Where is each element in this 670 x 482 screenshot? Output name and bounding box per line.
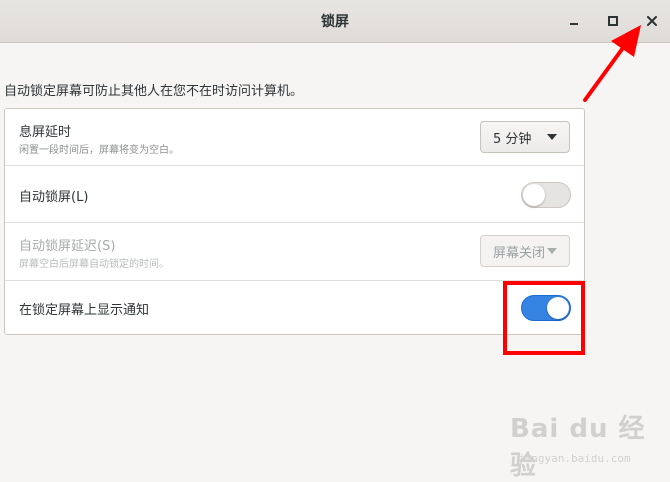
title-bar[interactable]: 锁屏 xyxy=(0,0,670,43)
blank-screen-delay-sublabel: 闲置一段时间后，屏幕将变为空白。 xyxy=(19,145,179,156)
lock-delay-row: 自动锁屏延迟(S) 屏幕空白后屏幕自动锁定的时间。 屏幕关闭 xyxy=(5,223,584,281)
watermark-url: jingyan.baidu.com xyxy=(518,452,631,465)
blank-screen-delay-value: 5 分钟 xyxy=(493,131,532,147)
maximize-icon xyxy=(608,16,618,26)
lock-delay-label: 自动锁屏延迟(S) xyxy=(19,239,116,254)
lock-delay-value: 屏幕关闭 xyxy=(493,245,546,261)
toggle-knob xyxy=(523,184,545,206)
lock-screen-window: 锁屏 自动锁定屏幕可防止其他人在您不在时访问计算机。 息屏延时 闲置一段时间后，… xyxy=(0,0,670,482)
lock-delay-sublabel: 屏幕空白后屏幕自动锁定的时间。 xyxy=(19,259,169,270)
close-icon xyxy=(647,16,657,26)
settings-panel: 息屏延时 闲置一段时间后，屏幕将变为空白。 5 分钟 自动锁屏(L) 自动锁屏延… xyxy=(4,108,585,335)
chevron-down-icon xyxy=(547,134,557,140)
blank-screen-delay-row: 息屏延时 闲置一段时间后，屏幕将变为空白。 5 分钟 xyxy=(5,109,584,166)
minimize-button[interactable] xyxy=(561,8,587,34)
automatic-lock-label: 自动锁屏(L) xyxy=(19,190,89,205)
show-notifications-label: 在锁定屏幕上显示通知 xyxy=(19,303,150,318)
maximize-button[interactable] xyxy=(600,8,626,34)
chevron-down-icon xyxy=(547,248,557,254)
show-notifications-row[interactable]: 在锁定屏幕上显示通知 xyxy=(5,281,584,334)
watermark-logo: Bai du 经验 xyxy=(510,414,646,481)
minimize-icon xyxy=(570,23,578,25)
automatic-lock-toggle[interactable] xyxy=(521,182,571,208)
blank-screen-delay-dropdown[interactable]: 5 分钟 xyxy=(480,121,570,153)
lock-delay-dropdown: 屏幕关闭 xyxy=(480,235,570,267)
automatic-lock-row[interactable]: 自动锁屏(L) xyxy=(5,166,584,223)
annotation-highlight-box xyxy=(503,281,585,355)
blank-screen-delay-label: 息屏延时 xyxy=(19,125,72,140)
lock-description: 自动锁定屏幕可防止其他人在您不在时访问计算机。 xyxy=(4,84,304,99)
close-button[interactable] xyxy=(639,8,665,34)
